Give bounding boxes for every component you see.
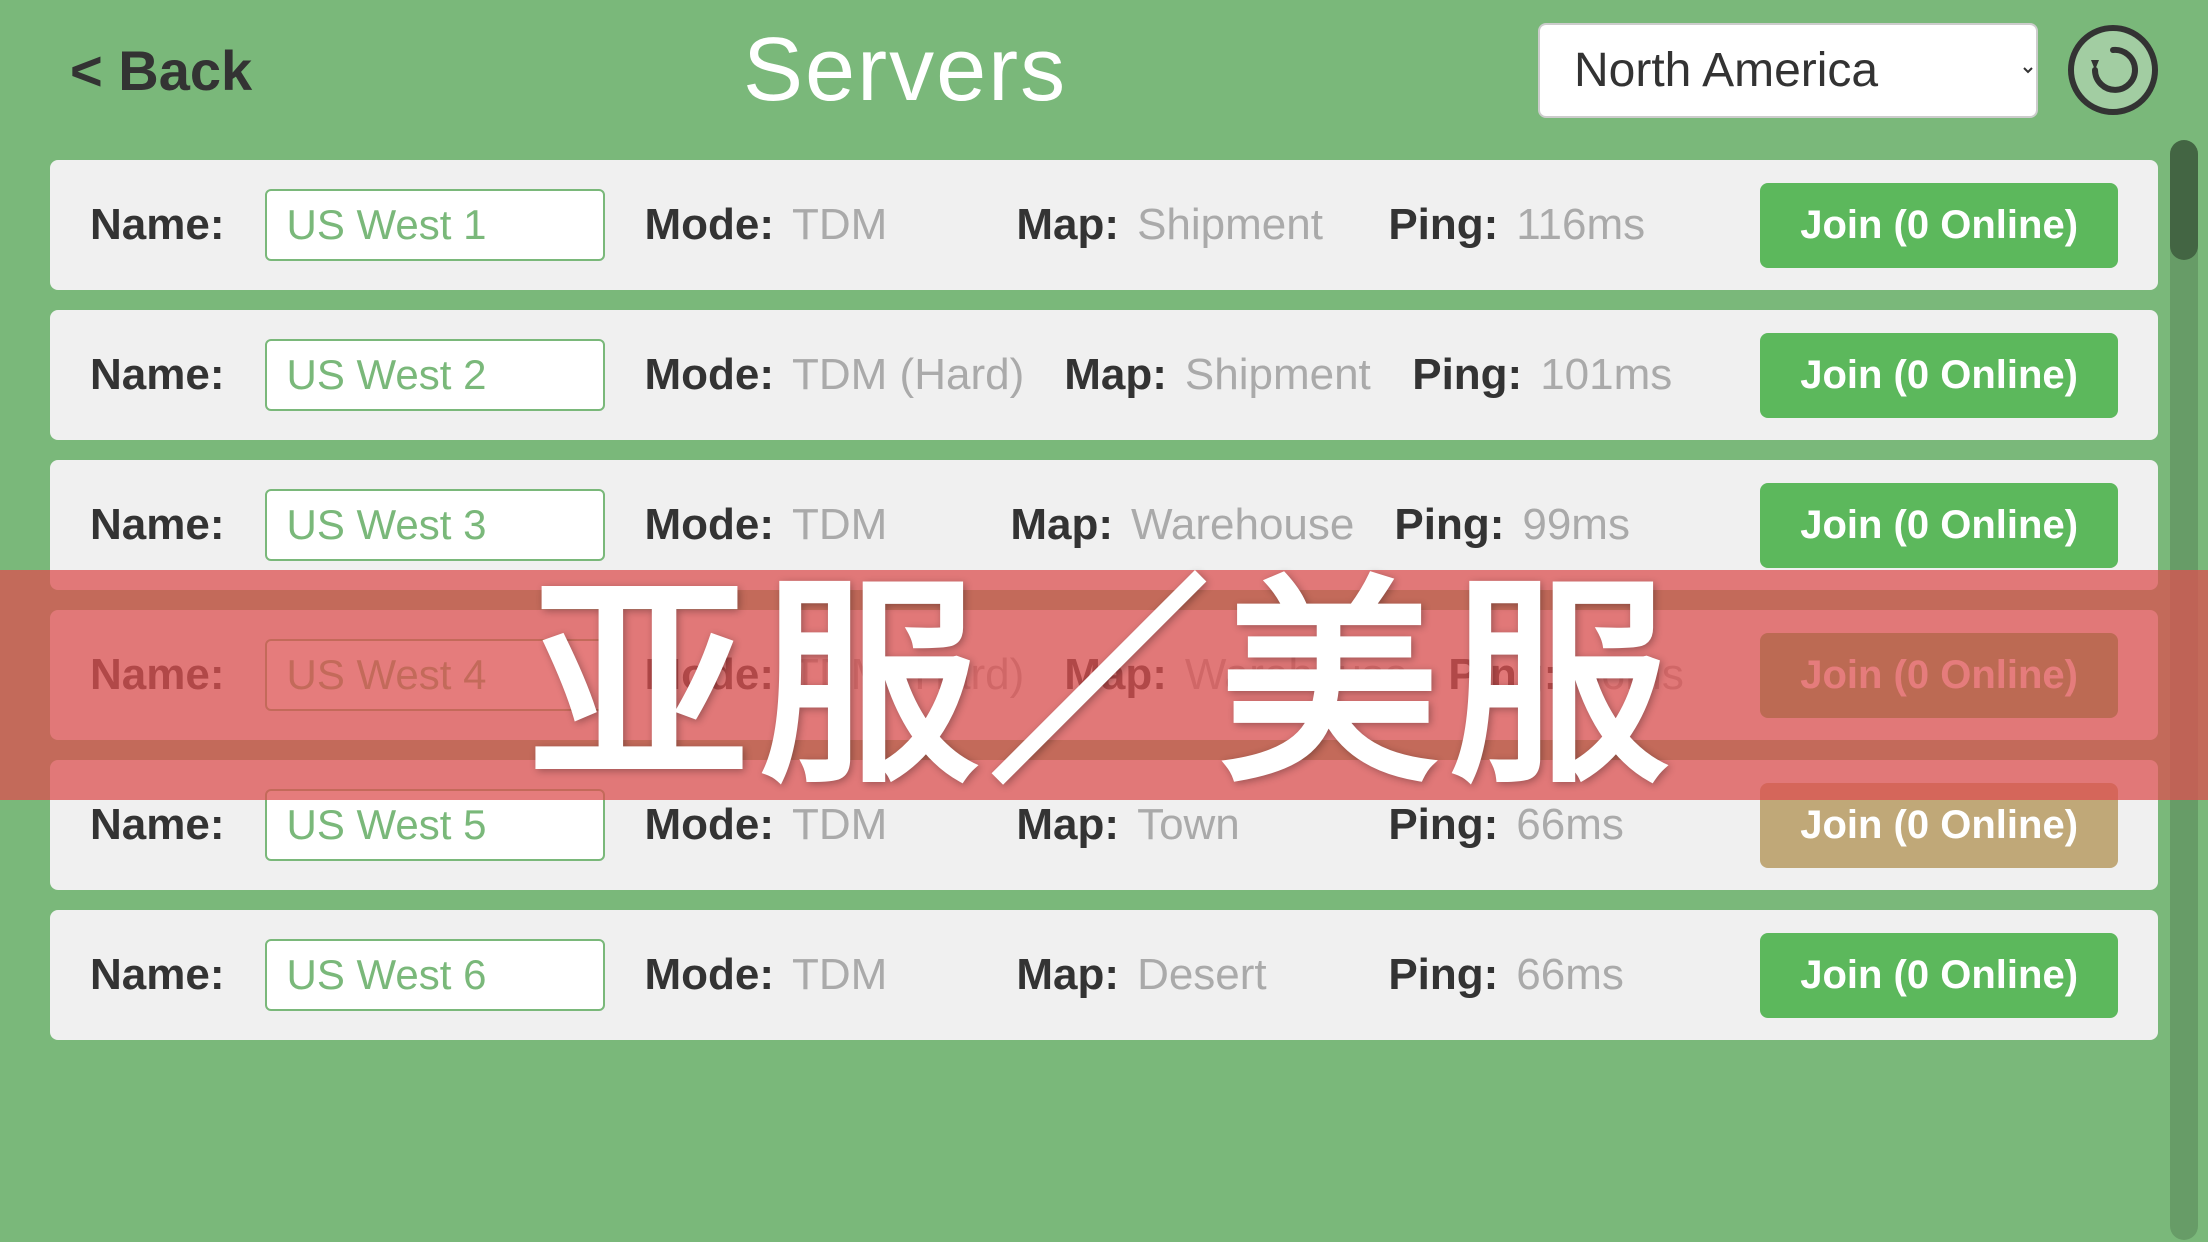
server-name: US West 2 (265, 339, 605, 411)
map-group: Map: Warehouse (1010, 500, 1354, 550)
page-title: Servers (743, 19, 1067, 122)
join-button[interactable]: Join (0 Online) (1760, 483, 2118, 568)
ping-group: Ping: 99ms (1394, 500, 1720, 550)
refresh-icon[interactable] (2068, 25, 2158, 115)
mode-value: TDM (792, 200, 887, 250)
ping-label: Ping: (1388, 950, 1498, 1000)
name-label: Name: (90, 200, 225, 250)
ping-value: 66ms (1516, 950, 1624, 1000)
server-row: Name: US West 6 Mode: TDM Map: Desert Pi… (50, 910, 2158, 1040)
header: < Back Servers North America Europe Asia… (0, 0, 2208, 140)
name-label: Name: (90, 500, 225, 550)
map-label: Map: (1010, 500, 1113, 550)
mode-group: Mode: TDM (645, 950, 977, 1000)
map-label: Map: (1016, 200, 1119, 250)
map-value: Desert (1137, 950, 1267, 1000)
ping-group: Ping: 101ms (1412, 350, 1720, 400)
mode-value: TDM (Hard) (792, 350, 1024, 400)
map-value: Warehouse (1131, 500, 1354, 550)
mode-label: Mode: (645, 350, 775, 400)
map-value: Shipment (1137, 200, 1323, 250)
join-button[interactable]: Join (0 Online) (1760, 333, 2118, 418)
mode-value: TDM (792, 950, 887, 1000)
server-row: Name: US West 1 Mode: TDM Map: Shipment … (50, 160, 2158, 290)
name-label: Name: (90, 350, 225, 400)
mode-group: Mode: TDM (645, 500, 971, 550)
server-row: Name: US West 2 Mode: TDM (Hard) Map: Sh… (50, 310, 2158, 440)
name-label: Name: (90, 950, 225, 1000)
mode-group: Mode: TDM (645, 200, 977, 250)
server-name: US West 3 (265, 489, 605, 561)
ping-value: 101ms (1540, 350, 1672, 400)
ping-label: Ping: (1394, 500, 1504, 550)
map-group: Map: Shipment (1064, 350, 1372, 400)
map-label: Map: (1016, 950, 1119, 1000)
mode-value: TDM (792, 500, 887, 550)
server-name: US West 1 (265, 189, 605, 261)
name-label: Name: (90, 800, 225, 850)
header-right: North America Europe Asia South America (1538, 23, 2158, 118)
mode-group: Mode: TDM (Hard) (645, 350, 1025, 400)
back-button[interactable]: < Back (50, 28, 272, 113)
ping-value: 99ms (1522, 500, 1630, 550)
join-button[interactable]: Join (0 Online) (1760, 933, 2118, 1018)
map-value: Shipment (1185, 350, 1371, 400)
ping-label: Ping: (1388, 200, 1498, 250)
scrollbar-thumb[interactable] (2170, 140, 2198, 260)
ping-value: 116ms (1516, 200, 1645, 250)
mode-label: Mode: (645, 950, 775, 1000)
overlay-banner: 亚服／美服 (0, 570, 2208, 800)
mode-label: Mode: (645, 500, 775, 550)
map-group: Map: Desert (1016, 950, 1348, 1000)
ping-label: Ping: (1412, 350, 1522, 400)
join-button[interactable]: Join (0 Online) (1760, 183, 2118, 268)
ping-group: Ping: 66ms (1388, 950, 1720, 1000)
overlay-text: 亚服／美服 (529, 564, 1679, 806)
server-name: US West 6 (265, 939, 605, 1011)
region-select[interactable]: North America Europe Asia South America (1538, 23, 2038, 118)
map-group: Map: Shipment (1016, 200, 1348, 250)
map-label: Map: (1064, 350, 1167, 400)
ping-group: Ping: 116ms (1388, 200, 1720, 250)
mode-label: Mode: (645, 200, 775, 250)
